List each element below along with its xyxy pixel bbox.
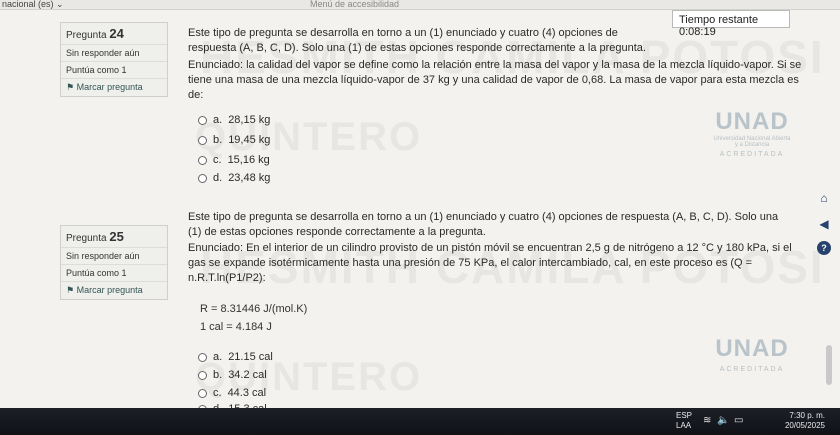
help-icon: ? bbox=[817, 241, 831, 255]
language-selector[interactable]: nacional (es) bbox=[2, 0, 54, 9]
home-button[interactable]: ⌂ bbox=[814, 188, 834, 208]
question-points: Puntúa como 1 bbox=[61, 265, 167, 282]
question-24-intro: Este tipo de pregunta se desarrolla en t… bbox=[188, 27, 646, 54]
question-25-intro: Este tipo de pregunta se desarrolla en t… bbox=[188, 211, 779, 238]
answer-option[interactable]: d. 23,48 kg bbox=[198, 172, 270, 184]
radio-button[interactable] bbox=[198, 173, 207, 183]
battery-icon[interactable]: ▭ bbox=[734, 415, 743, 426]
radio-button[interactable] bbox=[198, 370, 207, 380]
question-status: Sin responder aún bbox=[61, 248, 167, 265]
flag-icon: ⚑ bbox=[66, 285, 77, 295]
question-24-statement: Enunciado: la calidad del vapor se defin… bbox=[188, 59, 802, 101]
radio-button[interactable] bbox=[198, 155, 207, 165]
taskbar: ESP LAA ≋ 🔈 ▭ 7:30 p. m. 20/05/2025 bbox=[0, 408, 840, 435]
scrollbar-thumb[interactable] bbox=[826, 345, 832, 385]
unad-logo: UNAD Universidad Nacional Abierta y a Di… bbox=[713, 108, 791, 158]
keyboard-language[interactable]: ESP LAA bbox=[676, 411, 692, 431]
answer-option[interactable]: b. 34.2 cal bbox=[198, 369, 267, 381]
question-25-statement: Enunciado: En el interior de un cilindro… bbox=[188, 242, 792, 284]
formula-cal: 1 cal = 4.184 J bbox=[200, 321, 272, 333]
system-clock[interactable]: 7:30 p. m. 20/05/2025 bbox=[780, 411, 825, 431]
radio-button[interactable] bbox=[198, 115, 207, 125]
time-remaining: Tiempo restante 0:08:19 bbox=[672, 10, 790, 38]
flag-question-button[interactable]: ⚑ Marcar pregunta bbox=[61, 79, 167, 96]
answer-option[interactable]: a. 21.15 cal bbox=[198, 351, 273, 363]
question-number: Pregunta 25 bbox=[61, 226, 167, 248]
arrow-left-icon: ◀ bbox=[819, 217, 829, 231]
radio-button[interactable] bbox=[198, 135, 207, 145]
radio-button[interactable] bbox=[198, 352, 207, 362]
question-info-25: Pregunta 25 Sin responder aún Puntúa com… bbox=[60, 225, 168, 300]
browser-topbar: nacional (es) ⌄ Menú de accesibilidad bbox=[0, 0, 840, 10]
formula-r: R = 8.31446 J/(mol.K) bbox=[200, 303, 308, 315]
flag-question-button[interactable]: ⚑ Marcar pregunta bbox=[61, 282, 167, 299]
answer-option[interactable]: b. 19,45 kg bbox=[198, 134, 270, 146]
back-button[interactable]: ◀ bbox=[814, 214, 834, 234]
flag-icon: ⚑ bbox=[66, 82, 77, 92]
question-info-24: Pregunta 24 Sin responder aún Puntúa com… bbox=[60, 22, 168, 97]
answer-option[interactable]: a. 28,15 kg bbox=[198, 114, 270, 126]
accessibility-menu[interactable]: Menú de accesibilidad bbox=[310, 0, 399, 9]
unad-logo: UNAD ACREDITADA bbox=[715, 335, 789, 373]
answer-option[interactable]: c. 15,16 kg bbox=[198, 154, 270, 166]
help-button[interactable]: ? bbox=[814, 238, 834, 258]
volume-icon[interactable]: 🔈 bbox=[717, 415, 729, 426]
question-number: Pregunta 24 bbox=[61, 23, 167, 45]
wifi-icon[interactable]: ≋ bbox=[703, 415, 711, 426]
question-status: Sin responder aún bbox=[61, 45, 167, 62]
answer-option[interactable]: c. 44.3 cal bbox=[198, 387, 266, 399]
home-icon: ⌂ bbox=[820, 191, 828, 205]
radio-button[interactable] bbox=[198, 388, 207, 398]
chevron-down-icon: ⌄ bbox=[53, 0, 64, 9]
question-points: Puntúa como 1 bbox=[61, 62, 167, 79]
